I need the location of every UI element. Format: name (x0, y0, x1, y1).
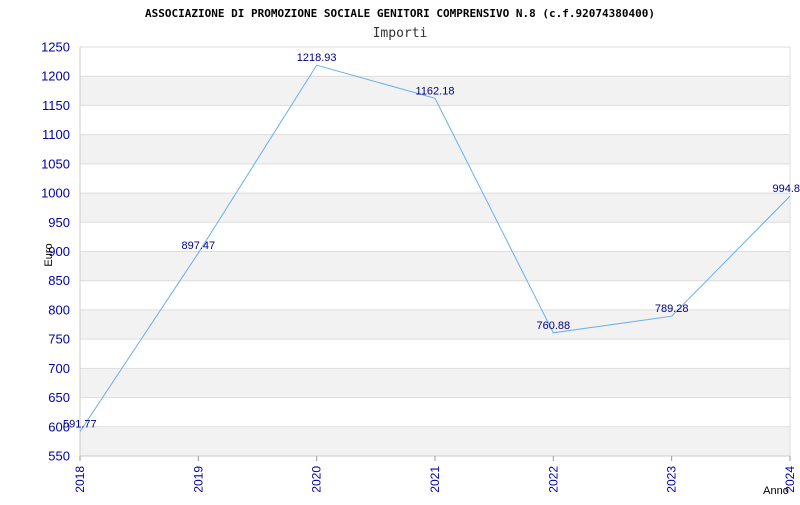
data-label: 591.77 (63, 419, 97, 431)
x-tick-label: 2018 (73, 466, 87, 493)
x-tick-label: 2019 (191, 466, 205, 493)
chart: ASSOCIAZIONE DI PROMOZIONE SOCIALE GENIT… (0, 0, 800, 500)
x-axis-ticks: 2018 2019 2020 2021 2022 2023 2024 (73, 456, 797, 493)
y-tick-label: 850 (48, 273, 70, 288)
y-tick-label: 1000 (41, 186, 70, 201)
grid-band (80, 368, 790, 398)
grid-band (80, 193, 790, 223)
data-label: 1162.18 (416, 85, 455, 97)
y-tick-label: 1200 (41, 69, 70, 84)
y-tick-label: 750 (48, 332, 70, 347)
x-tick-label: 2023 (665, 466, 679, 493)
data-label: 897.47 (182, 240, 216, 252)
y-tick-label: 950 (48, 215, 70, 230)
data-label: 1218.93 (297, 52, 337, 64)
background-bands (80, 76, 790, 456)
data-label: 760.88 (537, 320, 571, 332)
y-axis-label: Euro (43, 243, 55, 266)
grid-band (80, 426, 790, 456)
data-label: 994.8 (772, 183, 800, 195)
grid-band (80, 251, 790, 281)
grid-band (80, 134, 790, 164)
data-label: 789.28 (655, 303, 689, 315)
x-tick-label: 2020 (310, 466, 324, 493)
chart-subtitle: Importi (373, 26, 428, 41)
x-axis-label: Anno (763, 485, 789, 497)
x-tick-label: 2021 (428, 466, 442, 493)
y-tick-label: 1050 (41, 156, 70, 171)
y-tick-label: 1100 (42, 127, 70, 142)
y-tick-label: 550 (48, 449, 70, 464)
y-tick-label: 1250 (41, 40, 70, 55)
chart-title: ASSOCIAZIONE DI PROMOZIONE SOCIALE GENIT… (145, 7, 655, 20)
y-tick-label: 700 (48, 361, 70, 376)
x-tick-label: 2022 (546, 466, 560, 493)
y-tick-label: 1150 (42, 98, 70, 113)
y-tick-label: 800 (48, 302, 70, 317)
line-chart: ASSOCIAZIONE DI PROMOZIONE SOCIALE GENIT… (41, 7, 800, 497)
y-tick-label: 650 (48, 390, 70, 405)
